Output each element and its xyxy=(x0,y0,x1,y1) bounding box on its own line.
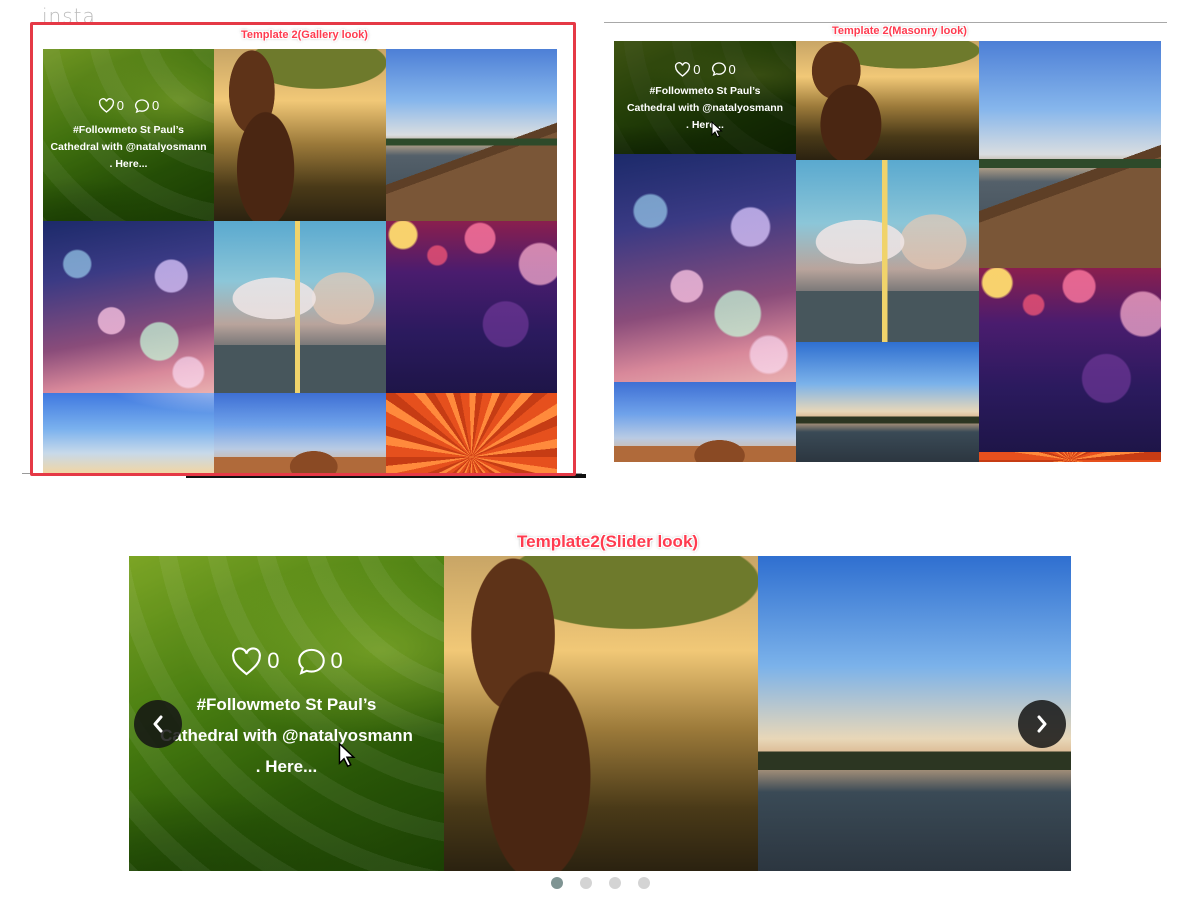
post-stats: 0 0 xyxy=(674,61,736,77)
post-caption: #Followmeto St Paul’s Cathedral with @na… xyxy=(160,689,413,782)
likes-stat[interactable]: 0 xyxy=(674,61,701,77)
gallery-label: Template 2(Gallery look) xyxy=(241,29,368,41)
mouse-cursor-icon xyxy=(338,742,356,768)
masonry-label: Template 2(Masonry look) xyxy=(832,25,967,37)
post-overlay: 0 0 #Followmeto St Paul’s Cathedral with… xyxy=(614,41,796,154)
masonry-tile-1[interactable]: 0 0 #Followmeto St Paul’s Cathedral with… xyxy=(614,41,796,154)
chevron-right-icon xyxy=(1037,715,1047,733)
caption-line: . Here... xyxy=(686,119,724,131)
pagination-dot[interactable] xyxy=(609,877,621,889)
comments-stat[interactable]: 0 xyxy=(134,98,159,114)
masonry-tile-2[interactable] xyxy=(614,154,796,382)
post-caption: #Followmeto St Paul’s Cathedral with @na… xyxy=(627,83,783,134)
post-stats: 0 0 xyxy=(98,98,159,114)
caption-line: . Here... xyxy=(255,756,318,776)
caption-line: #Followmeto St Paul’s xyxy=(649,85,761,97)
likes-stat[interactable]: 0 xyxy=(230,646,280,676)
slider-next-button[interactable] xyxy=(1018,700,1066,748)
likes-stat[interactable]: 0 xyxy=(98,98,124,113)
comments-count: 0 xyxy=(728,61,736,77)
pagination-dot[interactable] xyxy=(580,877,592,889)
caption-line: Cathedral with @natalyosmann xyxy=(626,102,784,114)
caption-line: . Here... xyxy=(109,157,148,170)
caption-line: Cathedral with @natalyosmann xyxy=(160,725,413,745)
heart-icon xyxy=(232,646,262,675)
comment-bubble-icon xyxy=(711,62,726,77)
caption-line: #Followmeto St Paul’s xyxy=(72,123,185,136)
gallery-tile-1[interactable]: 0 0 #Followmeto St Paul’s Cathedral with… xyxy=(43,49,214,221)
comments-count: 0 xyxy=(330,648,343,673)
likes-count: 0 xyxy=(116,98,124,113)
masonry-tile-8[interactable] xyxy=(979,268,1161,452)
masonry-tile-6[interactable] xyxy=(796,342,979,462)
heart-icon xyxy=(98,98,114,113)
comment-bubble-icon xyxy=(134,98,150,113)
masonry-tile-5[interactable] xyxy=(796,160,979,342)
mouse-cursor-icon xyxy=(711,121,723,138)
slider-label: Template2(Slider look) xyxy=(517,532,699,551)
slider-pagination xyxy=(551,877,650,889)
pagination-dot[interactable] xyxy=(638,877,650,889)
pagination-dot[interactable] xyxy=(551,877,563,889)
comments-stat[interactable]: 0 xyxy=(711,61,736,77)
likes-count: 0 xyxy=(693,61,701,77)
slider-prev-button[interactable] xyxy=(134,700,182,748)
comment-bubble-icon xyxy=(297,648,325,675)
comments-stat[interactable]: 0 xyxy=(296,646,343,677)
masonry-tile-3[interactable] xyxy=(614,382,796,462)
comments-count: 0 xyxy=(152,98,160,113)
slide-2[interactable] xyxy=(444,556,758,871)
divider xyxy=(604,22,1167,23)
heart-icon xyxy=(675,61,691,77)
chevron-left-icon xyxy=(153,715,163,733)
post-overlay: 0 0 #Followmeto St Paul’s Cathedral with… xyxy=(43,49,214,221)
post-caption: #Followmeto St Paul’s Cathedral with @na… xyxy=(50,122,206,173)
masonry-tile-7[interactable] xyxy=(979,41,1161,268)
caption-line: #Followmeto St Paul’s xyxy=(196,694,377,714)
masonry-tile-4[interactable] xyxy=(796,41,979,160)
page-root: insta 0 0 #Followmeto St Paul’s Cathedra… xyxy=(0,0,1200,900)
caption-line: Cathedral with @natalyosmann xyxy=(50,140,207,153)
likes-count: 0 xyxy=(267,648,280,673)
post-stats: 0 0 xyxy=(230,646,343,677)
masonry-tile-9[interactable] xyxy=(979,452,1161,462)
